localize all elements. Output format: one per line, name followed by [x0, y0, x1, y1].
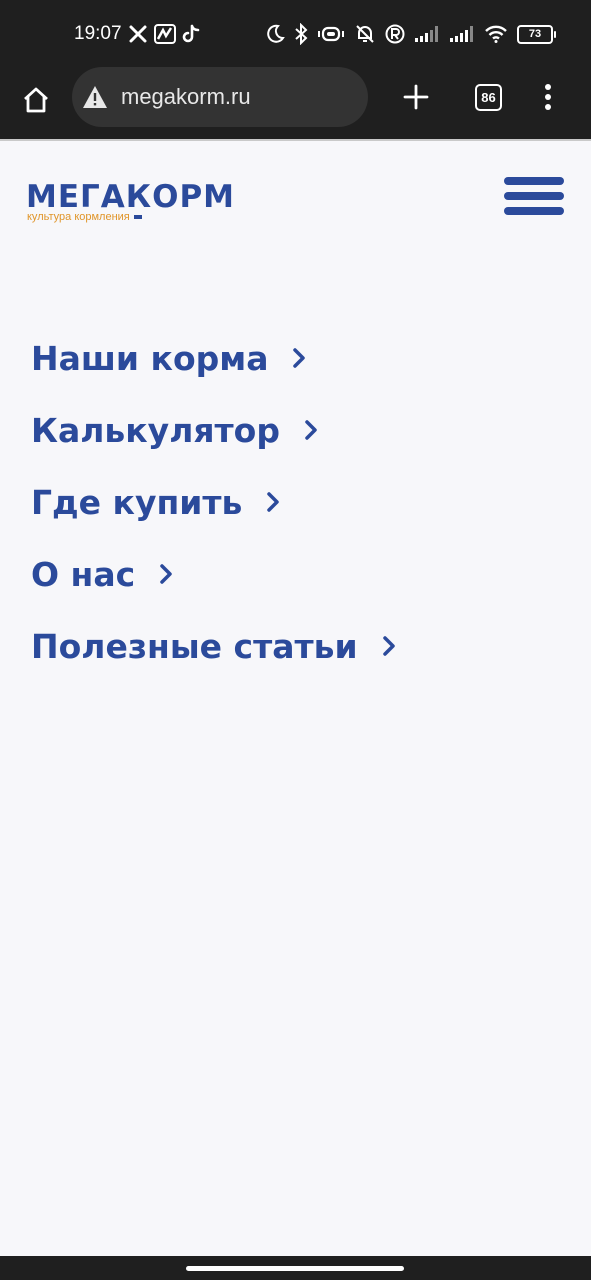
wifi-icon: [484, 25, 508, 43]
registered-icon: [385, 24, 405, 44]
chevron-right-icon: [159, 563, 173, 585]
system-nav-bar: [0, 1256, 591, 1280]
nav-item-label[interactable]: Полезные статьи: [31, 627, 358, 666]
nav-item-our-food[interactable]: Наши корма: [31, 322, 396, 394]
tiktok-icon: [182, 24, 200, 44]
nav-item-label[interactable]: Наши корма: [31, 339, 268, 378]
nav-item-about[interactable]: О нас: [31, 538, 396, 610]
logo-dash: [134, 215, 142, 219]
signal-icon: [449, 25, 475, 43]
toolbar-divider: [0, 139, 591, 141]
battery-icon: 73: [517, 24, 556, 44]
logo-tagline: культура кормления: [27, 211, 130, 223]
bluetooth-icon: [294, 23, 308, 45]
more-menu-icon[interactable]: [536, 79, 560, 115]
nav-item-where-to-buy[interactable]: Где купить: [31, 466, 396, 538]
nav-item-label[interactable]: Где купить: [31, 483, 242, 522]
logo-wordmark: МЕГАКОРМ: [26, 179, 236, 215]
home-gesture-pill[interactable]: [186, 1266, 404, 1271]
status-bar: 19:07 73: [0, 0, 591, 66]
nav-item-label[interactable]: Калькулятор: [31, 411, 280, 450]
new-tab-icon[interactable]: [398, 79, 434, 115]
home-icon[interactable]: [18, 82, 54, 118]
hamburger-menu-button[interactable]: [504, 177, 564, 215]
chevron-right-icon: [382, 635, 396, 657]
hamburger-bar: [504, 177, 564, 185]
vibrate-icon: [317, 25, 345, 43]
hamburger-bar: [504, 207, 564, 215]
nav-item-calculator[interactable]: Калькулятор: [31, 394, 396, 466]
tab-switcher-button[interactable]: 86: [475, 84, 502, 111]
chevron-right-icon: [266, 491, 280, 513]
browser-toolbar: megakorm.ru 86: [0, 66, 591, 140]
site-logo[interactable]: МЕГАКОРМ культура кормления: [26, 179, 266, 223]
x-icon: [128, 24, 148, 44]
chevron-right-icon: [304, 419, 318, 441]
address-bar[interactable]: megakorm.ru: [72, 67, 368, 127]
hamburger-bar: [504, 192, 564, 200]
chevron-right-icon: [292, 347, 306, 369]
url-text[interactable]: megakorm.ru: [121, 84, 251, 110]
nav-item-articles[interactable]: Полезные статьи: [31, 610, 396, 682]
app-icon: [153, 24, 176, 44]
alarm-off-icon: [354, 23, 376, 45]
clock: 19:07: [74, 23, 122, 44]
main-nav-menu: Наши корма Калькулятор Где купить О нас …: [31, 322, 396, 682]
warning-icon[interactable]: [82, 84, 108, 110]
nav-item-label[interactable]: О нас: [31, 555, 135, 594]
status-left: 19:07: [74, 22, 200, 46]
status-right: 73: [265, 20, 556, 48]
moon-icon: [265, 24, 285, 44]
signal-icon: [414, 25, 440, 43]
